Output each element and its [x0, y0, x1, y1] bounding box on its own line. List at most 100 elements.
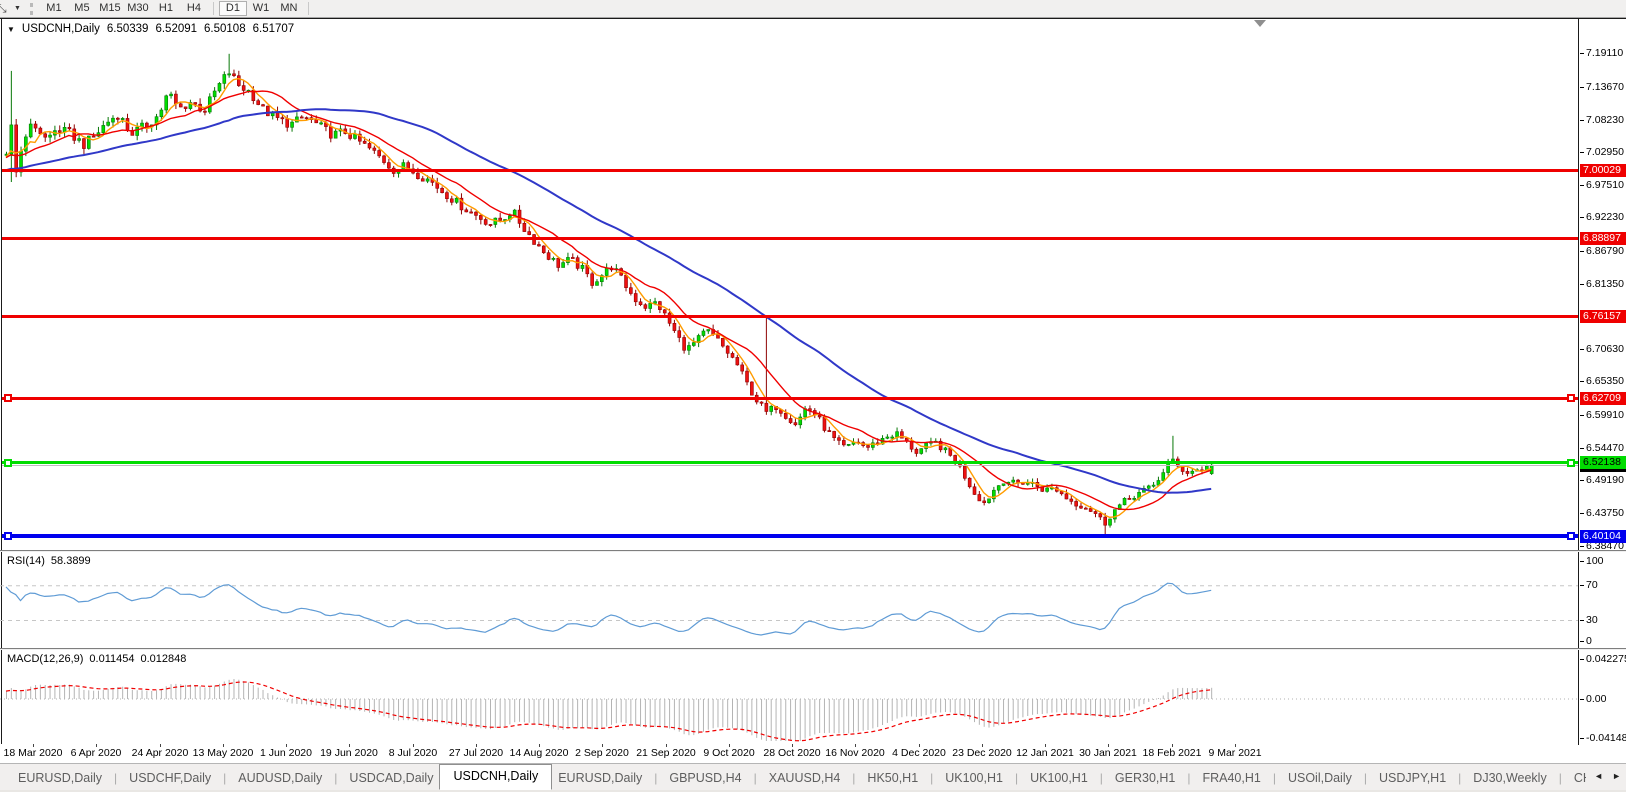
candle-body: [649, 303, 652, 308]
candle-body: [842, 440, 845, 445]
candle-body: [542, 246, 545, 253]
tab-scroll-left-icon[interactable]: ◄: [1594, 771, 1603, 781]
price-tick: 6.92230: [1586, 211, 1624, 224]
candle-body: [1123, 498, 1126, 505]
candle-body: [82, 139, 85, 149]
candle-body: [562, 263, 565, 268]
candle-body: [174, 94, 177, 104]
candle-body: [126, 118, 129, 130]
bid-price-line: [2, 465, 1578, 466]
tab-scroll-right-icon[interactable]: ►: [1612, 771, 1621, 781]
chart-tab[interactable]: CHINA300,H1: [1572, 767, 1586, 789]
chart-tab[interactable]: USDCHF,Daily: [127, 767, 213, 789]
candle-body: [557, 258, 560, 267]
timeframe-button-m15[interactable]: M15: [96, 1, 124, 16]
candle-body: [474, 212, 477, 215]
line-handle[interactable]: [4, 532, 12, 540]
line-handle[interactable]: [1567, 459, 1575, 467]
panel-splitter[interactable]: [0, 550, 1626, 552]
candle-body: [973, 487, 976, 495]
chart-tab[interactable]: XAUUSD,H4: [767, 767, 843, 789]
candle-body: [44, 134, 47, 137]
candle-body: [223, 75, 226, 84]
candle-body: [15, 125, 18, 172]
candle-body: [644, 305, 647, 309]
horizontal-price-line[interactable]: [2, 534, 1578, 538]
chart-tab[interactable]: DJ30,Weekly: [1471, 767, 1548, 789]
line-handle[interactable]: [1567, 532, 1575, 540]
horizontal-price-line[interactable]: [2, 169, 1578, 172]
horizontal-price-line[interactable]: [2, 315, 1578, 318]
rsi-indicator-chart[interactable]: [0, 552, 1578, 648]
tab-separator: |: [1015, 771, 1018, 785]
timeframe-buttons: M1M5M15M30H1H4 D1W1MN: [40, 1, 314, 16]
macd-signal-line: [6, 682, 1211, 741]
panel-splitter[interactable]: [0, 648, 1626, 650]
chart-tab[interactable]: GER30,H1: [1113, 767, 1177, 789]
collapse-chart-icon[interactable]: ▼: [7, 25, 15, 34]
candle-body: [683, 338, 686, 351]
date-label: 14 Aug 2020: [510, 747, 569, 759]
date-label: 6 Apr 2020: [71, 747, 122, 759]
price-line-label: 6.62709: [1580, 392, 1626, 405]
chart-tab-active[interactable]: USDCNH,Daily: [439, 764, 552, 790]
timeframe-button-m1[interactable]: M1: [40, 1, 68, 16]
candle-body: [833, 431, 836, 437]
candle-body: [102, 125, 105, 132]
candle-body: [300, 117, 303, 118]
cursor-tool-icon[interactable]: ⤡: [0, 1, 11, 16]
timeframe-button-d1[interactable]: D1: [219, 1, 247, 16]
line-handle[interactable]: [4, 459, 12, 467]
timeframe-button-m30[interactable]: M30: [124, 1, 152, 16]
date-label: 4 Dec 2020: [892, 747, 946, 759]
candle-body: [528, 232, 531, 235]
horizontal-price-line[interactable]: [2, 461, 1578, 464]
date-label: 27 Jul 2020: [449, 747, 503, 759]
chart-tab[interactable]: USDJPY,H1: [1377, 767, 1448, 789]
candle-body: [218, 83, 221, 91]
candle-body: [654, 302, 657, 304]
macd-indicator-chart[interactable]: [0, 650, 1578, 744]
candle-body: [968, 478, 971, 487]
candlestick-chart[interactable]: [0, 19, 1578, 550]
chart-tab[interactable]: USOil,Daily: [1286, 767, 1354, 789]
candle-body: [581, 265, 584, 268]
price-tick: 6.70630: [1586, 343, 1624, 356]
line-handle[interactable]: [4, 394, 12, 402]
candle-body: [203, 111, 206, 112]
candle-body: [760, 402, 763, 403]
chart-symbol-period: USDCNH,Daily: [22, 23, 100, 35]
candle-body: [1162, 473, 1165, 481]
chart-tab[interactable]: EURUSD,Daily: [16, 767, 104, 789]
chart-title: ▼ USDCNH,Daily 6.50339 6.52091 6.50108 6…: [7, 23, 294, 35]
chart-tab[interactable]: UK100,H1: [1028, 767, 1090, 789]
candle-body: [1012, 480, 1015, 482]
candle-body: [1075, 501, 1078, 506]
ohlc-high: 6.52091: [155, 23, 197, 35]
chart-tab[interactable]: FRA40,H1: [1200, 767, 1262, 789]
chart-tab[interactable]: USDCAD,Daily: [347, 767, 435, 789]
timeframe-button-m5[interactable]: M5: [68, 1, 96, 16]
timeframe-button-h1[interactable]: H1: [152, 1, 180, 16]
candle-body: [291, 122, 294, 127]
chart-tab[interactable]: HK50,H1: [865, 767, 920, 789]
timeframe-button-w1[interactable]: W1: [247, 1, 275, 16]
candle-body: [455, 198, 458, 202]
timeframe-button-mn[interactable]: MN: [275, 1, 303, 16]
chart-shift-marker[interactable]: [1254, 20, 1266, 27]
candle-body: [73, 129, 76, 141]
candle-body: [750, 382, 753, 395]
horizontal-price-line[interactable]: [2, 397, 1578, 400]
toolbar-grip-handle[interactable]: [30, 3, 33, 15]
chart-tab[interactable]: GBPUSD,H4: [667, 767, 743, 789]
price-axis: 7.191107.136707.082307.029506.975106.922…: [1578, 19, 1626, 745]
line-handle[interactable]: [1567, 394, 1575, 402]
rsi-tick: 0: [1586, 635, 1592, 648]
horizontal-price-line[interactable]: [2, 237, 1578, 240]
timeframe-button-h4[interactable]: H4: [180, 1, 208, 16]
chart-tab[interactable]: UK100,H1: [943, 767, 1005, 789]
candle-body: [566, 257, 569, 262]
chart-tab[interactable]: EURUSD,Daily: [556, 767, 644, 789]
chart-tab[interactable]: AUDUSD,Daily: [236, 767, 324, 789]
chevron-down-icon[interactable]: ▼: [14, 5, 21, 12]
